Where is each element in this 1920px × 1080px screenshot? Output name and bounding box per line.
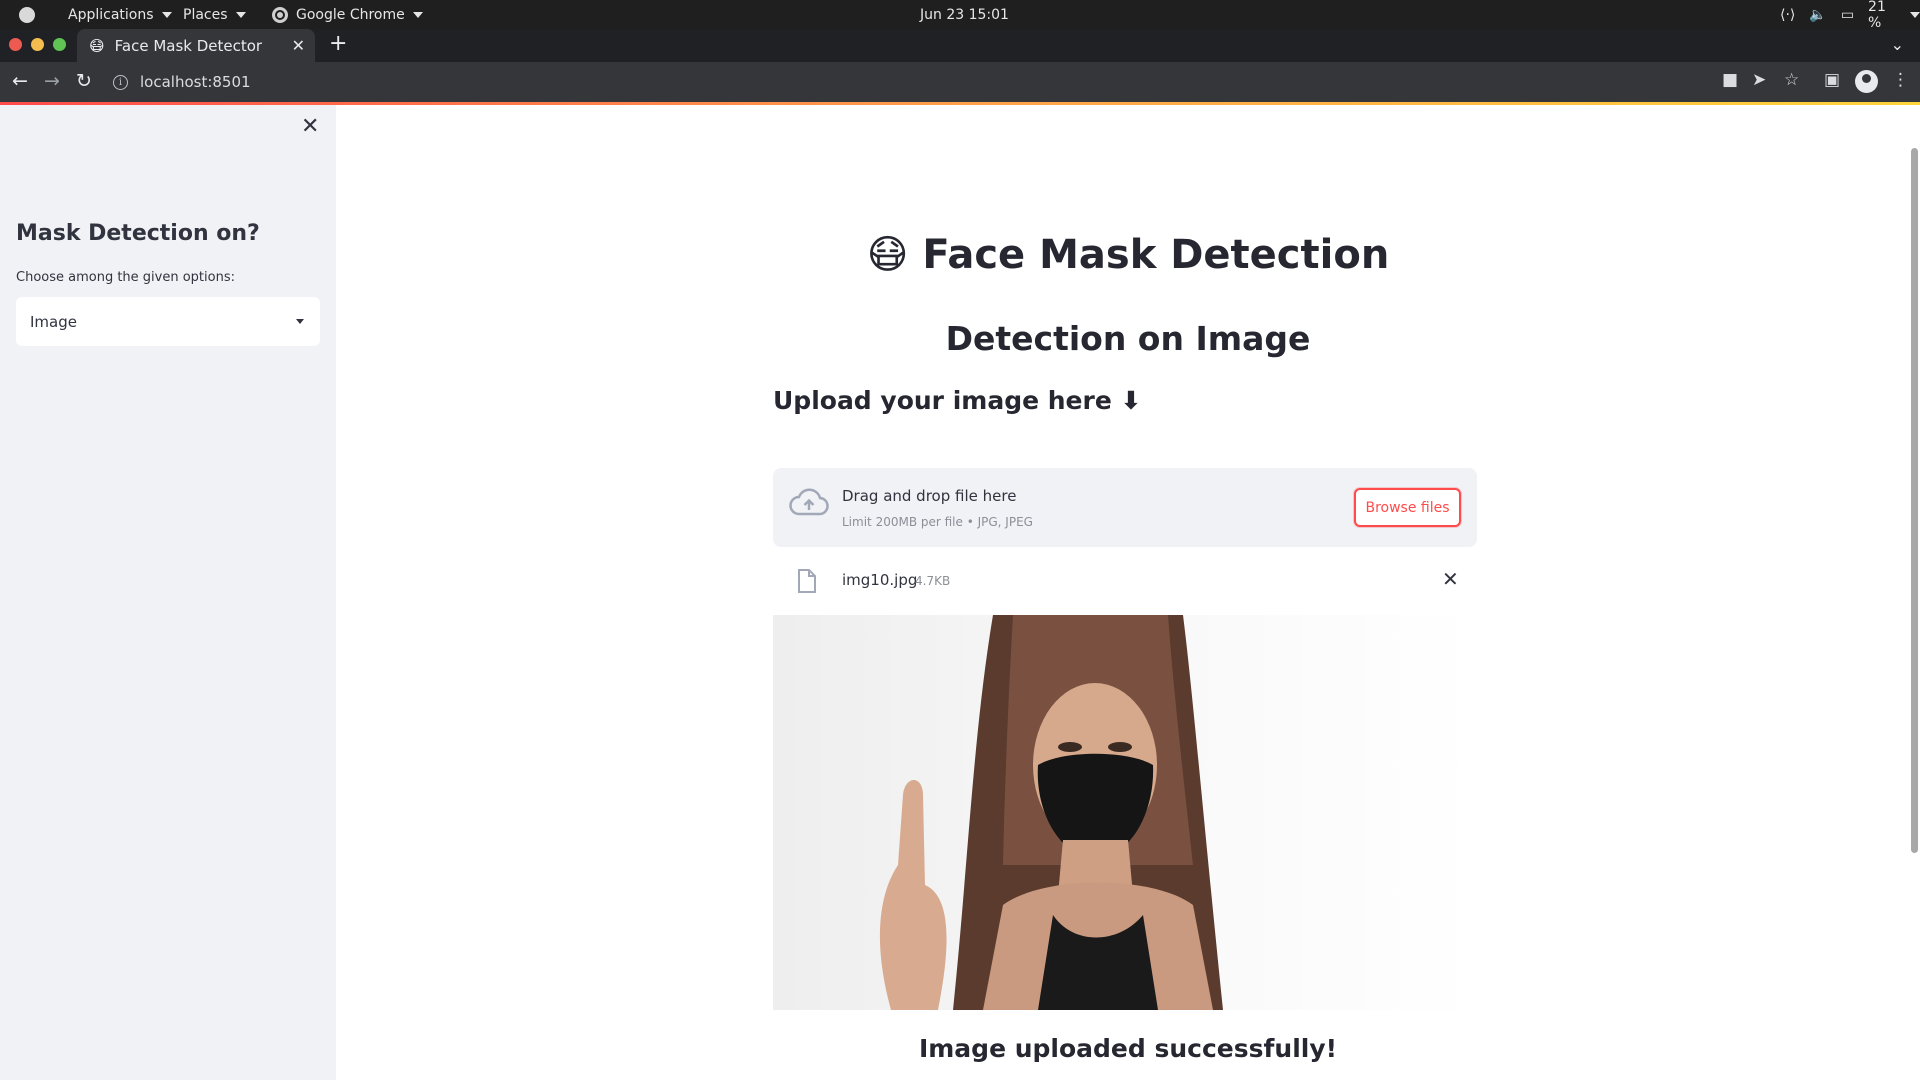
bookmark-star-icon[interactable]: ☆ bbox=[1784, 70, 1799, 90]
browser-app-menu[interactable]: Google Chrome bbox=[272, 0, 423, 29]
url-text: localhost:8501 bbox=[140, 73, 251, 91]
close-icon[interactable]: ✕ bbox=[301, 116, 319, 138]
tab-title: Face Mask Detector bbox=[114, 36, 263, 55]
chrome-icon bbox=[272, 6, 288, 23]
places-menu[interactable]: Places bbox=[183, 0, 246, 29]
reload-icon[interactable]: ↻ bbox=[76, 70, 92, 92]
upload-heading: Upload your image here ⬇ bbox=[773, 386, 1142, 415]
chevron-down-icon bbox=[296, 319, 304, 324]
applications-label: Applications bbox=[68, 6, 154, 23]
page-title-text: Face Mask Detection bbox=[922, 232, 1390, 278]
uploaded-file-row: img10.jpg 4.7KB ✕ bbox=[773, 557, 1477, 601]
places-label: Places bbox=[183, 6, 228, 23]
browser-app-label: Google Chrome bbox=[296, 6, 405, 23]
clock[interactable]: Jun 23 15:01 bbox=[920, 0, 1009, 29]
detection-mode-select[interactable]: Image bbox=[16, 297, 320, 346]
remove-file-icon[interactable]: ✕ bbox=[1442, 567, 1459, 591]
tab-search-chevron-icon[interactable]: ⌄ bbox=[1891, 35, 1904, 54]
browser-toolbar: ← → ↻ i localhost:8501 ■ ➤ ☆ ▣ ⋮ bbox=[0, 62, 1920, 102]
battery-icon: ▭ bbox=[1840, 6, 1855, 23]
cloud-upload-icon bbox=[789, 488, 829, 516]
site-info-icon[interactable]: i bbox=[113, 74, 128, 90]
chevron-down-icon bbox=[235, 11, 246, 18]
selected-option: Image bbox=[30, 312, 77, 331]
apple-menu[interactable] bbox=[19, 0, 35, 29]
main-content: 😷 Face Mask Detection Detection on Image… bbox=[336, 105, 1920, 1080]
side-panel-icon[interactable]: ▣ bbox=[1824, 70, 1840, 90]
chevron-down-icon bbox=[412, 11, 423, 18]
profile-avatar-icon[interactable] bbox=[1855, 70, 1878, 93]
main-scrollbar[interactable] bbox=[1911, 148, 1918, 853]
address-bar[interactable]: i localhost:8501 bbox=[113, 67, 1713, 97]
file-name: img10.jpg bbox=[842, 571, 918, 589]
browser-tab-active[interactable]: 😷 Face Mask Detector ✕ bbox=[77, 29, 315, 62]
upload-success-message: Image uploaded successfully! bbox=[918, 1034, 1338, 1063]
applications-menu[interactable]: Applications bbox=[68, 0, 172, 29]
apple-icon bbox=[19, 6, 35, 23]
window-minimize-icon[interactable] bbox=[31, 38, 44, 51]
mask-face-icon: 😷 bbox=[866, 232, 909, 278]
tab-favicon-icon: 😷 bbox=[89, 36, 105, 55]
more-menu-icon[interactable]: ⋮ bbox=[1892, 70, 1909, 90]
tab-close-icon[interactable]: ✕ bbox=[292, 36, 305, 55]
select-label: Choose among the given options: bbox=[16, 270, 235, 285]
battery-percent: 21 % bbox=[1868, 0, 1886, 31]
sidebar-heading: Mask Detection on? bbox=[16, 221, 260, 246]
datetime-label: Jun 23 15:01 bbox=[920, 6, 1009, 23]
send-icon[interactable]: ➤ bbox=[1752, 70, 1766, 90]
uploaded-image bbox=[773, 615, 1477, 1010]
page-title: 😷 Face Mask Detection bbox=[336, 232, 1920, 278]
window-close-icon[interactable] bbox=[9, 38, 22, 51]
browse-files-button[interactable]: Browse files bbox=[1354, 488, 1461, 527]
masked-woman-photo bbox=[879, 615, 1223, 1010]
file-size: 4.7KB bbox=[915, 574, 951, 588]
dropzone-instructions: Drag and drop file here bbox=[842, 487, 1017, 505]
camera-icon[interactable]: ■ bbox=[1722, 70, 1738, 90]
sidebar: ✕ Mask Detection on? Choose among the gi… bbox=[0, 105, 336, 1080]
forward-arrow-icon[interactable]: → bbox=[44, 70, 60, 92]
new-tab-icon[interactable]: + bbox=[329, 33, 347, 55]
network-icon: ⟨·⟩ bbox=[1780, 6, 1796, 23]
volume-icon: 🔈 bbox=[1809, 6, 1827, 23]
file-icon bbox=[798, 569, 816, 593]
back-arrow-icon[interactable]: ← bbox=[12, 70, 28, 92]
chevron-down-icon bbox=[161, 11, 172, 18]
window-maximize-icon[interactable] bbox=[53, 38, 66, 51]
system-status-area[interactable]: ⟨·⟩ 🔈 ▭ 21 % bbox=[1780, 0, 1920, 31]
dropzone-limits: Limit 200MB per file • JPG, JPEG bbox=[842, 515, 1033, 529]
os-top-bar: Applications Places Google Chrome Jun 23… bbox=[0, 0, 1920, 31]
chevron-down-icon bbox=[1910, 11, 1920, 18]
detection-subtitle: Detection on Image bbox=[945, 319, 1311, 358]
file-dropzone[interactable]: Drag and drop file here Limit 200MB per … bbox=[773, 468, 1477, 547]
